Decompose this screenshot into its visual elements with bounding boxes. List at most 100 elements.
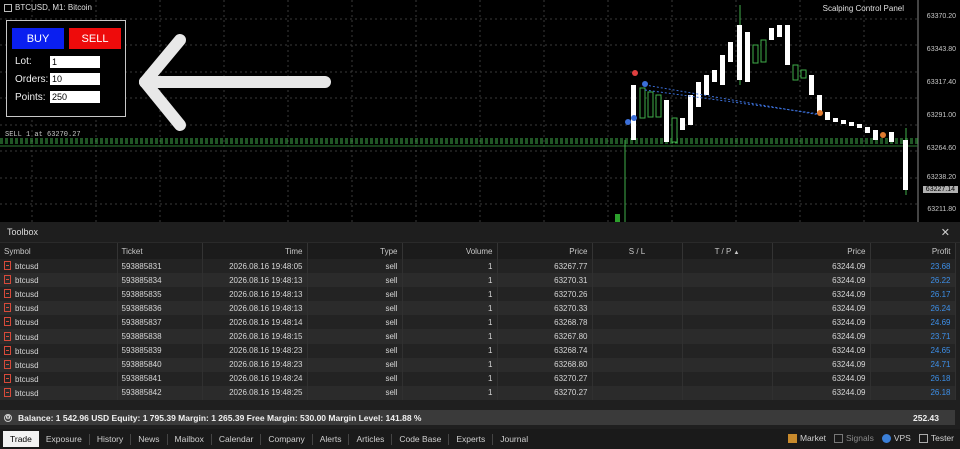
tab-journal[interactable]: Journal [493, 434, 535, 445]
tester-link[interactable]: Tester [918, 433, 954, 443]
sell-button[interactable]: SELL [69, 28, 121, 49]
lot-input[interactable]: 1 [50, 56, 100, 68]
column-header-price[interactable]: Price [497, 243, 593, 259]
cell-price-value: 63268.78 [554, 317, 588, 327]
cell-time: 2026.08.16 19:48:13 [202, 287, 308, 302]
table-row[interactable]: btcusd 593885839 2026.08.16 19:48:23 sell 1 6… [0, 343, 956, 358]
cell-price-value: 63268.74 [554, 346, 588, 356]
cell-ticket-value: 593885836 [121, 303, 162, 313]
cell-symbol-value: btcusd [15, 290, 39, 300]
cell-sl [592, 273, 683, 288]
cell-tp [682, 357, 773, 372]
tab-mailbox[interactable]: Mailbox [168, 433, 212, 445]
cell-time: 2026.08.16 19:48:24 [202, 371, 308, 386]
column-header-ticket[interactable]: Ticket [117, 243, 203, 259]
cell-current-price-value: 63244.09 [832, 388, 866, 398]
cell-profit-value: 26.17 [930, 289, 951, 299]
table-row[interactable]: btcusd 593885837 2026.08.16 19:48:14 sell 1 6… [0, 315, 956, 330]
cell-time: 2026.08.16 19:48:13 [202, 301, 308, 316]
position-icon [4, 387, 11, 397]
lot-label: Lot: [15, 56, 32, 67]
cell-sl [592, 357, 683, 372]
cell-volume-value: 1 [488, 360, 493, 370]
cell-type: sell [307, 343, 403, 358]
tab-alerts[interactable]: Alerts [313, 433, 350, 445]
cell-tp [682, 371, 773, 386]
cell-type-value: sell [385, 317, 398, 327]
cell-time-value: 2026.08.16 19:48:13 [229, 289, 303, 299]
column-header-symbol[interactable]: Symbol [0, 243, 118, 259]
cell-profit: 23.68 [870, 259, 956, 274]
position-icon [4, 275, 11, 285]
cell-profit-value: 24.71 [930, 360, 951, 370]
cell-ticket: 593885831 [117, 259, 203, 274]
position-icon [4, 345, 11, 355]
toolbox-title-bar: Toolbox ✕ [0, 222, 960, 243]
cell-price: 63268.78 [497, 315, 593, 330]
tab-experts[interactable]: Experts [449, 433, 494, 445]
cell-sl [592, 287, 683, 302]
table-row[interactable]: btcusd 593885842 2026.08.16 19:48:25 sell 1 6… [0, 385, 956, 400]
tab-history[interactable]: History [90, 433, 132, 445]
column-header-tp[interactable]: T / P ▲ [682, 243, 773, 259]
table-row[interactable]: btcusd 593885836 2026.08.16 19:48:13 sell 1 6… [0, 301, 956, 316]
vps-link[interactable]: VPS [881, 433, 911, 443]
cell-symbol-value: btcusd [15, 388, 39, 398]
cell-tp [682, 301, 773, 316]
cell-current-price-value: 63244.09 [832, 275, 866, 285]
signals-link[interactable]: Signals [833, 433, 874, 443]
cell-price-value: 63267.77 [554, 261, 588, 271]
cell-ticket-value: 593885838 [121, 332, 162, 342]
chart-window-icon [4, 3, 12, 12]
table-row[interactable]: btcusd 593885831 2026.08.16 19:48:05 sell 1 6… [0, 259, 956, 274]
cell-symbol: btcusd [0, 287, 118, 302]
price-chart[interactable]: BTCUSD, M1: Bitcoin Scalping Control Pan… [0, 0, 960, 222]
table-row[interactable]: btcusd 593885835 2026.08.16 19:48:13 sell 1 6… [0, 287, 956, 302]
cell-volume: 1 [402, 287, 498, 302]
table-row[interactable]: btcusd 593885834 2026.08.16 19:48:13 sell 1 6… [0, 273, 956, 288]
table-row[interactable]: btcusd 593885840 2026.08.16 19:48:23 sell 1 6… [0, 357, 956, 372]
cell-symbol: btcusd [0, 385, 118, 400]
tab-exposure[interactable]: Exposure [39, 433, 90, 445]
column-header-time[interactable]: Time [202, 243, 308, 259]
cell-ticket-value: 593885840 [121, 360, 162, 370]
cell-profit-value: 26.18 [930, 374, 951, 384]
cell-type-value: sell [385, 275, 398, 285]
cell-volume-value: 1 [488, 346, 493, 356]
total-profit: 252.43 [913, 412, 939, 423]
cell-symbol-value: btcusd [15, 346, 39, 356]
market-label: Market [799, 433, 826, 443]
market-link[interactable]: Market [787, 433, 826, 443]
cell-current-price-value: 63244.09 [832, 360, 866, 370]
cell-current-price: 63244.09 [772, 259, 871, 274]
column-header-volume[interactable]: Volume [402, 243, 498, 259]
buy-button[interactable]: BUY [12, 28, 64, 49]
cell-price: 63268.74 [497, 343, 593, 358]
tab-trade[interactable]: Trade [3, 431, 39, 447]
table-row[interactable]: btcusd 593885841 2026.08.16 19:48:24 sell 1 6… [0, 371, 956, 386]
cell-current-price-value: 63244.09 [832, 289, 866, 299]
cell-volume: 1 [402, 343, 498, 358]
tab-calendar[interactable]: Calendar [212, 433, 262, 445]
cell-type-value: sell [385, 360, 398, 370]
cell-volume-value: 1 [488, 289, 493, 299]
table-row[interactable]: btcusd 593885838 2026.08.16 19:48:15 sell 1 6… [0, 329, 956, 344]
points-input[interactable]: 250 [50, 91, 100, 103]
orders-input[interactable]: 10 [50, 73, 100, 85]
points-label: Points: [15, 92, 46, 103]
close-icon[interactable]: ✕ [941, 226, 950, 239]
column-header-profit[interactable]: Profit [870, 243, 956, 259]
toolbox-right-links: Market Signals VPS Tester [787, 433, 954, 443]
cell-current-price-value: 63244.09 [832, 346, 866, 356]
tab-company[interactable]: Company [261, 433, 313, 445]
cell-ticket: 593885836 [117, 301, 203, 316]
tab-news[interactable]: News [131, 433, 168, 445]
column-header-current-price[interactable]: Price [772, 243, 871, 259]
tab-articles[interactable]: Articles [349, 433, 393, 445]
cell-ticket-value: 593885839 [121, 346, 162, 356]
tab-code-base[interactable]: Code Base [392, 433, 450, 445]
cell-tp [682, 385, 773, 400]
column-header-type[interactable]: Type [307, 243, 403, 259]
cell-profit-value: 26.22 [930, 275, 951, 285]
column-header-sl[interactable]: S / L [592, 243, 683, 259]
